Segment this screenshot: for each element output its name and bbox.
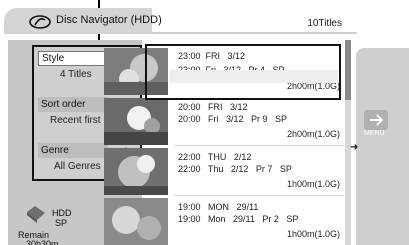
recording-duration: 1h00m(1.0G) — [286, 179, 340, 189]
menu-label: MENU — [364, 130, 385, 137]
recording-details: 20:00 Fri 3/12 Pr 9 SP — [178, 114, 288, 124]
screen: Disc Navigator (HDD) 10Titles Style 4 Ti… — [0, 0, 409, 245]
menu-item-label: Style — [42, 53, 65, 64]
header-bar: Disc Navigator (HDD) 10Titles — [4, 8, 357, 34]
remain-value: 30h30m — [26, 239, 59, 245]
recording-time: 19:00 MON 29/11 — [178, 202, 259, 212]
menu-item-label: Sort order — [41, 99, 86, 110]
selection-frame — [145, 44, 341, 100]
menu-item-style[interactable]: Style — [38, 51, 108, 66]
page-title: Disc Navigator (HDD) — [56, 14, 162, 26]
recording-row[interactable]: 20:00 FRI 3/12 20:00 Fri 3/12 Pr 9 SP 2h… — [104, 96, 344, 145]
recording-info: 20:00 FRI 3/12 20:00 Fri 3/12 Pr 9 SP 2h… — [174, 96, 346, 145]
recording-thumbnail — [104, 148, 168, 195]
recording-duration: 1h00m(1.0G) — [286, 229, 340, 239]
menu-item-sort-order[interactable]: Sort order — [38, 97, 108, 112]
recording-time: 20:00 FRI 3/12 — [178, 102, 248, 112]
disc-navigator-logo-icon — [29, 15, 51, 29]
storage-source: HDD — [52, 208, 72, 218]
menu-arrow-icon[interactable] — [362, 108, 390, 132]
recording-mode: SP — [55, 218, 68, 228]
hdd-icon — [27, 206, 45, 223]
recording-thumbnail — [104, 98, 168, 145]
style-value: 4 Titles — [60, 69, 92, 80]
title-count: 10Titles — [307, 18, 342, 29]
scrollbar-thumb[interactable] — [345, 40, 351, 100]
recording-row[interactable]: 22:00 THU 2/12 22:00 Thu 2/12 Pr 7 SP 1h… — [104, 146, 344, 195]
recording-info: 22:00 THU 2/12 22:00 Thu 2/12 Pr 7 SP 1h… — [174, 146, 346, 195]
right-panel — [356, 48, 409, 245]
header-divider — [152, 32, 357, 34]
menu-item-label: Genre — [41, 145, 69, 156]
recording-row[interactable]: 19:00 MON 29/11 19:00 Mon 29/11 Pr 2 SP … — [104, 196, 344, 245]
recording-details: 22:00 Thu 2/12 Pr 7 SP — [178, 164, 292, 174]
menu-item-genre[interactable]: Genre — [38, 143, 108, 158]
sort-order-value: Recent first — [50, 115, 101, 126]
recording-duration: 2h00m(1.0G) — [286, 129, 340, 139]
pointer-arrow-icon: ➜ — [350, 142, 359, 153]
recording-details: 19:00 Mon 29/11 Pr 2 SP — [178, 214, 299, 224]
recording-time: 22:00 THU 2/12 — [178, 152, 252, 162]
recording-info: 19:00 MON 29/11 19:00 Mon 29/11 Pr 2 SP … — [174, 196, 346, 245]
recording-thumbnail — [104, 198, 168, 245]
genre-value: All Genres — [54, 161, 101, 172]
